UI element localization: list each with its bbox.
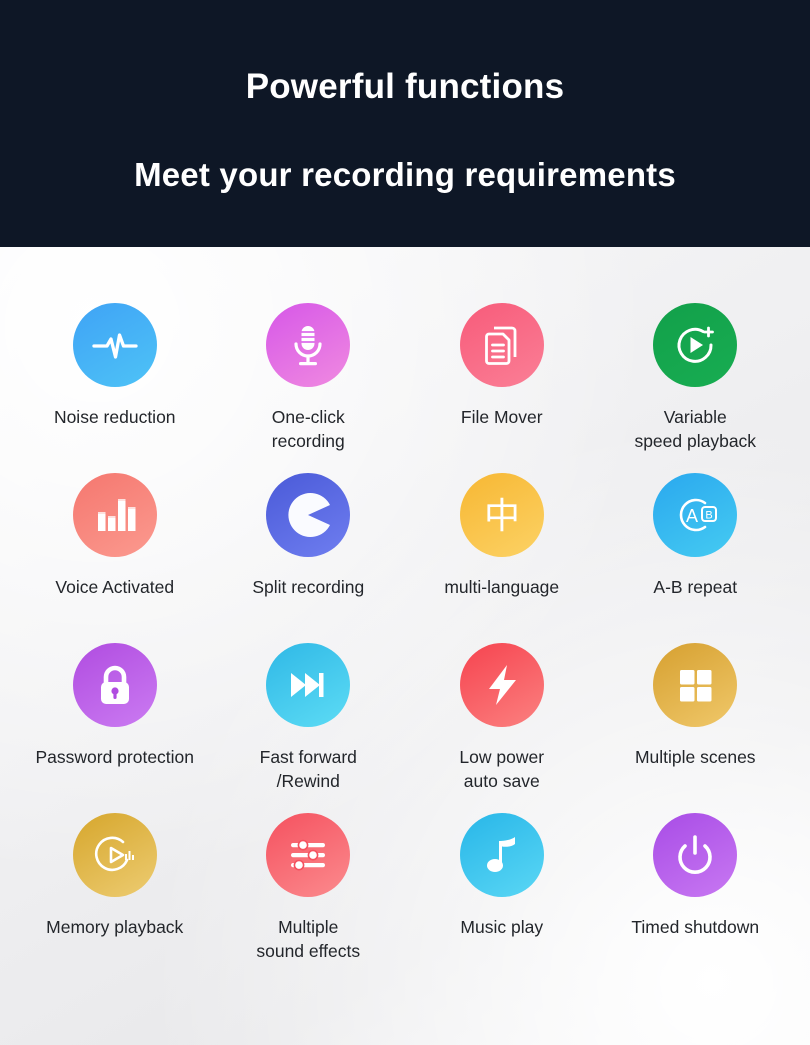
memory-play-icon [94, 836, 134, 872]
feature-item-file-mover[interactable]: File Mover [405, 303, 599, 473]
feature-label: Noise reduction [53, 407, 176, 427]
feature-item-one-click-recording[interactable]: One-click recording [212, 303, 406, 473]
lock-icon [100, 665, 129, 704]
play-plus-icon [677, 326, 715, 363]
feature-item-split-recording[interactable]: Split recording [212, 473, 406, 643]
feature-icon-badge [459, 813, 544, 911]
feature-item-variable-speed-playback[interactable]: Variable speed playback [599, 303, 793, 473]
feature-icon-badge [653, 303, 738, 401]
feature-item-low-power-auto-save[interactable]: Low power auto save [405, 643, 599, 813]
waveform-icon [92, 333, 138, 359]
feature-icon-badge: A B [653, 473, 738, 571]
feature-icon-badge [72, 813, 157, 911]
feature-label: Multiple scenes [634, 747, 756, 767]
grid-four-icon [680, 670, 712, 702]
feature-item-timed-shutdown[interactable]: Timed shutdown [599, 813, 793, 983]
svg-text:A: A [686, 506, 698, 526]
feature-item-noise-reduction[interactable]: Noise reduction [18, 303, 212, 473]
page-subtitle: Meet your recording requirements [134, 155, 676, 193]
feature-label: One-click recording [271, 407, 345, 451]
page-title: Powerful functions [245, 67, 565, 106]
feature-label: Split recording [252, 577, 365, 597]
svg-text:中: 中 [484, 496, 520, 537]
feature-label: Low power auto save [459, 747, 545, 791]
hero-banner: Powerful functions Meet your recording r… [0, 0, 810, 247]
fast-forward-icon [291, 673, 324, 697]
feature-label: Multiple sound effects [256, 917, 361, 961]
feature-item-memory-playback[interactable]: Memory playback [18, 813, 212, 983]
bar-levels-icon [97, 499, 136, 531]
feature-label: Password protection [35, 747, 195, 767]
feature-item-multiple-scenes[interactable]: Multiple scenes [599, 643, 793, 813]
feature-icon-badge [653, 643, 738, 741]
microphone-icon [294, 326, 322, 366]
ab-repeat-icon: A B [680, 498, 718, 532]
feature-icon-badge [72, 473, 157, 571]
documents-icon [484, 326, 517, 365]
sliders-icon [291, 839, 326, 871]
feature-label: Music play [460, 917, 544, 937]
feature-item-multiple-sound-effects[interactable]: Multiple sound effects [212, 813, 406, 983]
feature-icon-badge [266, 473, 351, 571]
feature-label: Variable speed playback [634, 407, 757, 451]
feature-grid: Noise reduction One-click recording File… [18, 303, 792, 983]
feature-label: multi-language [444, 577, 560, 597]
feature-icon-badge [266, 643, 351, 741]
feature-icon-badge [459, 643, 544, 741]
feature-item-music-play[interactable]: Music play [405, 813, 599, 983]
feature-label: Voice Activated [55, 577, 175, 597]
music-note-icon [486, 837, 515, 872]
split-pie-icon [288, 493, 331, 537]
feature-icon-badge: 中 [459, 473, 544, 571]
power-icon [678, 835, 713, 874]
feature-label: Fast forward /Rewind [259, 747, 357, 791]
feature-label: File Mover [460, 407, 543, 427]
feature-item-multi-language[interactable]: 中 multi-language [405, 473, 599, 643]
feature-icon-badge [266, 303, 351, 401]
feature-icon-badge [459, 303, 544, 401]
feature-label: A-B repeat [653, 577, 738, 597]
feature-item-password-protection[interactable]: Password protection [18, 643, 212, 813]
chinese-character-icon: 中 [484, 496, 520, 537]
feature-icon-badge [72, 303, 157, 401]
feature-label: Memory playback [46, 917, 184, 937]
feature-item-ab-repeat[interactable]: A B A-B repeat [599, 473, 793, 643]
lightning-bolt-icon [488, 665, 516, 705]
feature-icon-badge [72, 643, 157, 741]
feature-icon-badge [266, 813, 351, 911]
marketing-page: Powerful functions Meet your recording r… [0, 0, 810, 1045]
feature-item-fast-forward-rewind[interactable]: Fast forward /Rewind [212, 643, 406, 813]
feature-item-voice-activated[interactable]: Voice Activated [18, 473, 212, 643]
feature-section: Noise reduction One-click recording File… [0, 247, 810, 1045]
feature-label: Timed shutdown [631, 917, 760, 937]
feature-icon-badge [653, 813, 738, 911]
svg-text:B: B [706, 510, 713, 522]
